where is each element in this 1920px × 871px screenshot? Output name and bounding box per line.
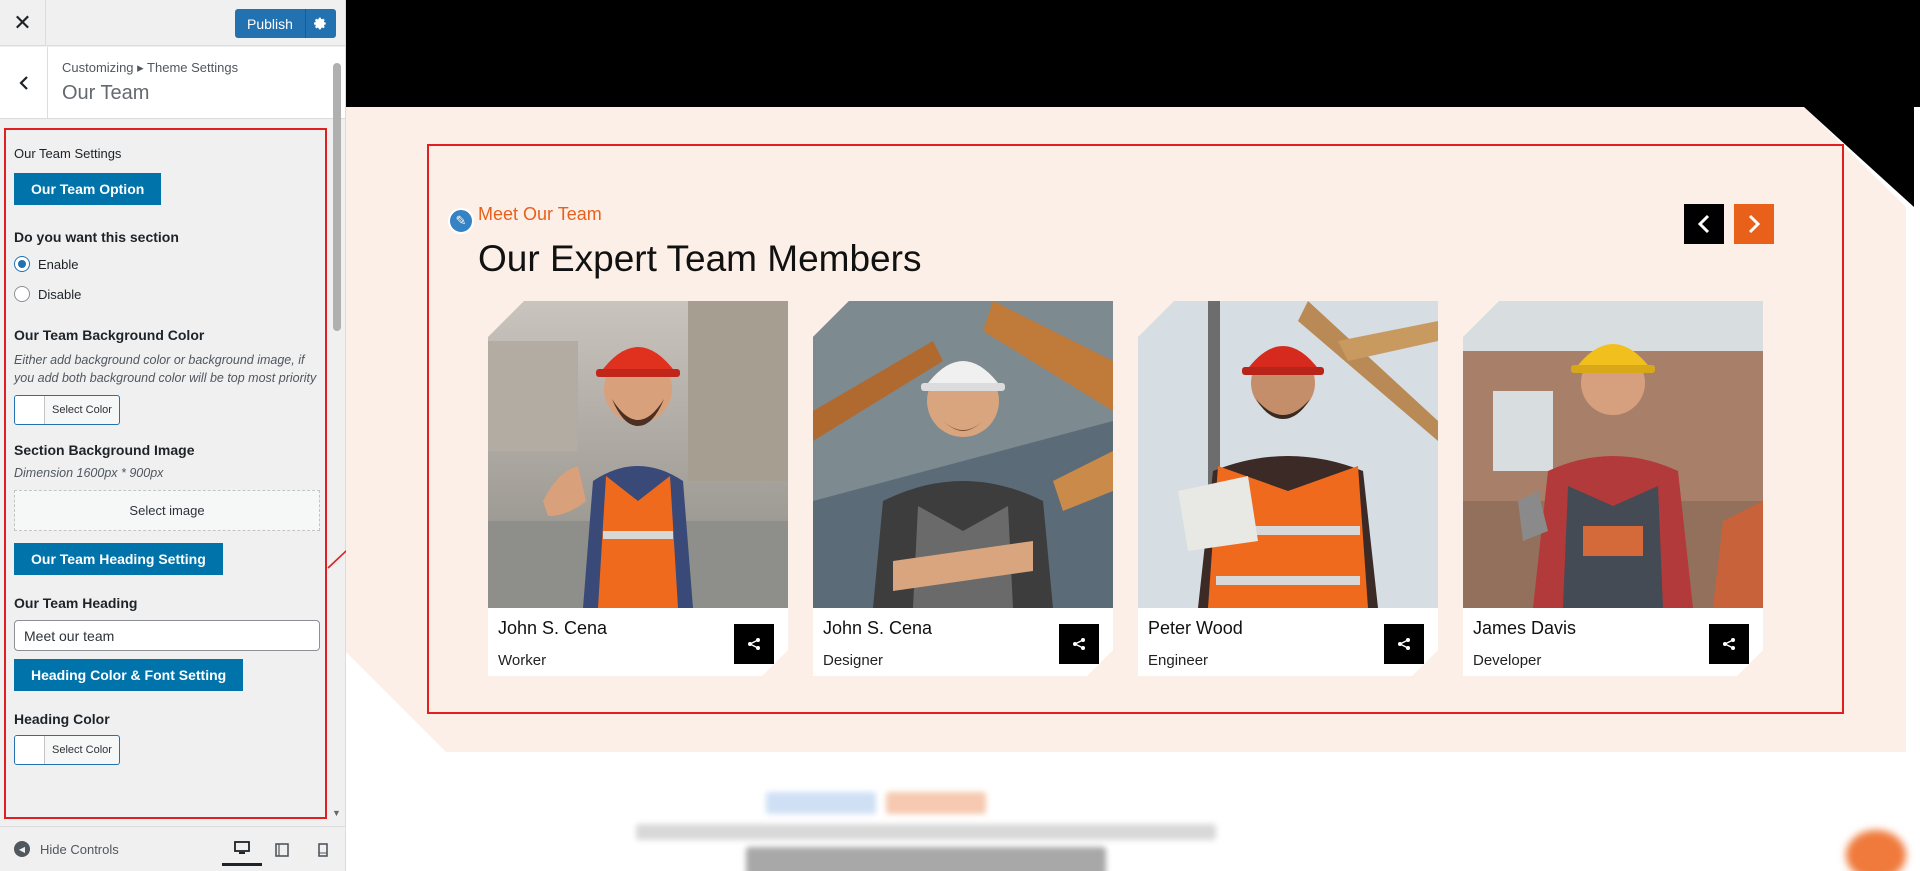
radio-enable-label: Enable xyxy=(38,256,79,272)
member-role: Designer xyxy=(823,652,884,669)
team-card-info: John S. Cena Worker xyxy=(488,608,788,676)
blurred-next-section xyxy=(346,752,1906,871)
gear-icon xyxy=(314,17,327,30)
publish-button[interactable]: Publish xyxy=(235,9,306,38)
sidebar-scrollbar[interactable] xyxy=(333,63,341,331)
header-band xyxy=(346,0,1920,107)
customizer-sidebar: ✕ Publish Customizing ▸ Theme Settings O… xyxy=(0,0,346,871)
member-role: Developer xyxy=(1473,652,1542,669)
chevron-left-icon xyxy=(18,76,28,90)
heading-input[interactable]: Meet our team xyxy=(14,620,320,651)
share-icon xyxy=(1723,638,1735,650)
team-member-photo xyxy=(488,301,788,608)
share-icon xyxy=(1398,638,1410,650)
chevron-left-icon xyxy=(1697,214,1710,234)
mobile-preview-button[interactable] xyxy=(303,833,343,866)
carousel-prev-button[interactable] xyxy=(1684,204,1724,244)
team-eyebrow: Meet Our Team xyxy=(478,204,602,224)
heading-color-picker[interactable]: Select Color xyxy=(14,735,120,765)
heading-color-title: Heading Color xyxy=(14,711,110,727)
heading-setting-button[interactable]: Our Team Heading Setting xyxy=(14,543,223,575)
hide-controls-label: Hide Controls xyxy=(40,841,119,857)
team-member-photo xyxy=(1138,301,1438,608)
controls-panel: Our Team Settings Our Team Option Do you… xyxy=(4,128,327,819)
team-card-info: John S. Cena Designer xyxy=(813,608,1113,676)
bg-color-picker[interactable]: Select Color xyxy=(14,395,120,425)
hide-controls-button[interactable]: ◀ Hide Controls xyxy=(14,841,119,857)
pencil-icon: ✎ xyxy=(455,213,467,228)
back-button[interactable] xyxy=(0,47,48,119)
mobile-icon xyxy=(318,842,328,857)
close-icon: ✕ xyxy=(13,10,32,35)
color-swatch xyxy=(15,736,45,764)
member-name: John S. Cena xyxy=(498,618,608,638)
heading-label: Our Team Heading xyxy=(14,595,138,611)
team-card: Peter Wood Engineer xyxy=(1138,301,1438,676)
team-card: John S. Cena Designer xyxy=(813,301,1113,676)
member-name: James Davis xyxy=(1473,618,1577,638)
bg-color-title: Our Team Background Color xyxy=(14,327,205,343)
edit-shortcut-button[interactable]: ✎ xyxy=(448,208,474,234)
bg-color-description: Either add background color or backgroun… xyxy=(14,353,317,385)
select-color-label: Select Color xyxy=(52,744,112,756)
collapse-icon: ◀ xyxy=(14,841,30,857)
bg-image-title: Section Background Image xyxy=(14,442,195,458)
radio-enable[interactable]: Enable xyxy=(14,256,317,272)
member-role: Engineer xyxy=(1148,652,1209,669)
tablet-icon xyxy=(275,842,289,857)
share-button[interactable] xyxy=(1384,624,1424,664)
select-color-label: Select Color xyxy=(52,404,112,416)
color-swatch xyxy=(15,396,45,424)
share-icon xyxy=(748,638,760,650)
bg-image-description: Dimension 1600px * 900px xyxy=(14,466,164,480)
share-button[interactable] xyxy=(1709,624,1749,664)
member-name: John S. Cena xyxy=(823,618,933,638)
radio-disable[interactable]: Disable xyxy=(14,286,317,302)
member-name: Peter Wood xyxy=(1148,618,1243,638)
close-customizer-button[interactable]: ✕ xyxy=(0,0,46,46)
team-heading: Our Expert Team Members xyxy=(478,238,922,279)
desktop-icon xyxy=(234,841,250,854)
share-icon xyxy=(1073,638,1085,650)
publish-settings-button[interactable] xyxy=(305,9,336,38)
team-card: James Davis Developer xyxy=(1463,301,1763,676)
team-card-info: Peter Wood Engineer xyxy=(1138,608,1438,676)
site-preview: ✎ Meet Our Team Our Expert Team Members xyxy=(346,0,1920,871)
breadcrumb: Customizing ▸ Theme Settings xyxy=(62,60,239,75)
customizer-footer: ◀ Hide Controls xyxy=(0,826,345,871)
share-button[interactable] xyxy=(734,624,774,664)
radio-disable-label: Disable xyxy=(38,286,82,302)
team-card-info: James Davis Developer xyxy=(1463,608,1763,676)
select-image-button[interactable]: Select image xyxy=(14,490,320,531)
team-member-photo xyxy=(813,301,1113,608)
tablet-preview-button[interactable] xyxy=(262,833,302,866)
member-role: Worker xyxy=(498,652,547,669)
radio-enable-input[interactable] xyxy=(14,256,30,272)
radio-disable-input[interactable] xyxy=(14,286,30,302)
carousel-next-button[interactable] xyxy=(1734,204,1774,244)
chevron-right-icon xyxy=(1748,214,1761,234)
publish-group: Publish xyxy=(235,9,336,38)
team-card: John S. Cena Worker xyxy=(488,301,788,676)
team-member-photo xyxy=(1463,301,1763,608)
section-toggle-title: Do you want this section xyxy=(14,229,179,245)
scroll-down-icon[interactable]: ▼ xyxy=(332,808,341,818)
desktop-preview-button[interactable] xyxy=(222,833,262,866)
customizer-topbar: ✕ Publish xyxy=(0,0,345,46)
font-setting-button[interactable]: Heading Color & Font Setting xyxy=(14,659,244,691)
settings-label: Our Team Settings xyxy=(14,146,122,161)
section-header: Customizing ▸ Theme Settings Our Team xyxy=(0,47,345,119)
share-button[interactable] xyxy=(1059,624,1099,664)
section-title: Our Team xyxy=(62,82,150,104)
our-team-option-button[interactable]: Our Team Option xyxy=(14,173,162,205)
